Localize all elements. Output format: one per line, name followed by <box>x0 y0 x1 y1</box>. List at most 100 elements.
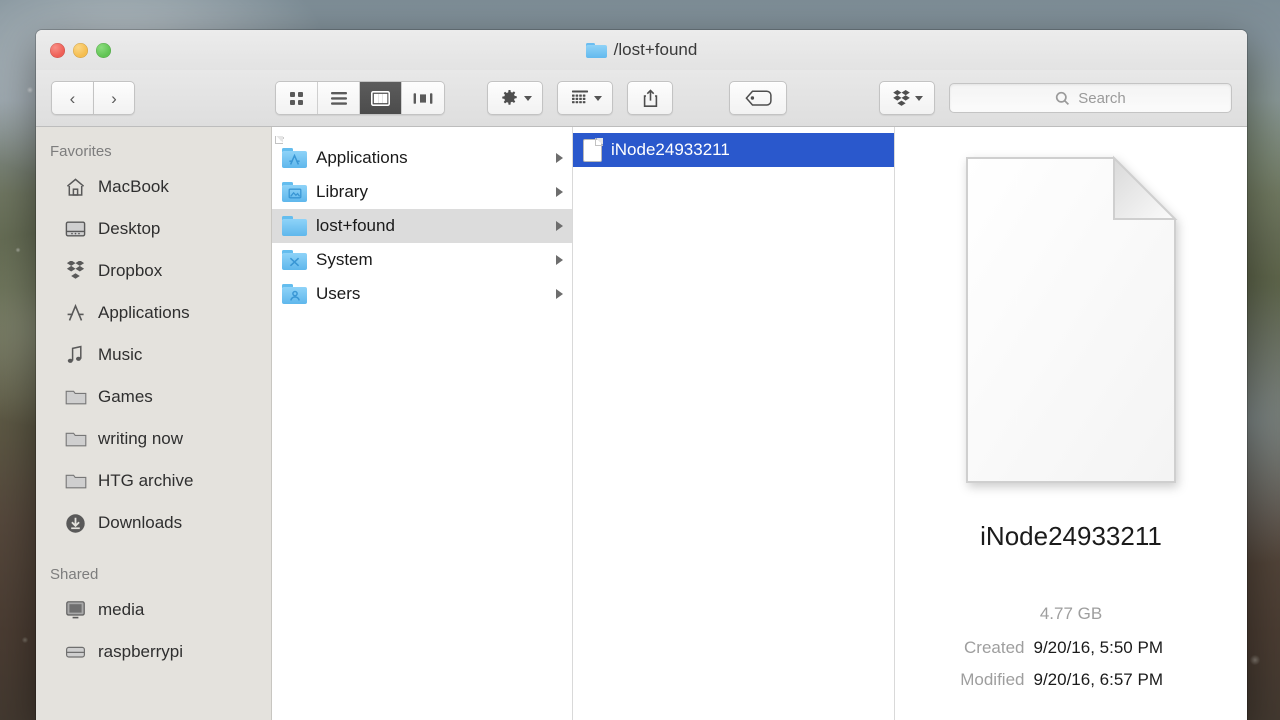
action-menu-button[interactable] <box>487 81 543 115</box>
disclosure-arrow-icon <box>556 187 563 197</box>
window-body: Favorites MacBook Desktop Dropbox Applic… <box>36 127 1247 720</box>
chevron-down-icon <box>524 95 532 101</box>
display-icon <box>64 599 87 622</box>
window-titlebar[interactable]: /lost+found <box>36 30 1247 70</box>
preview-file-size: 4.77 GB <box>1039 604 1103 623</box>
column-item-label: Users <box>316 284 361 303</box>
arrange-menu-button[interactable] <box>557 81 613 115</box>
sidebar-item-games[interactable]: Games <box>36 376 271 418</box>
tag-button[interactable] <box>729 81 787 115</box>
column-item-users[interactable]: Users <box>272 277 572 311</box>
forward-button[interactable]: › <box>93 81 135 115</box>
window-controls <box>50 42 111 58</box>
sidebar-item-label: Games <box>98 387 153 406</box>
folder-icon <box>282 216 307 236</box>
sidebar-item-htg-archive[interactable]: HTG archive <box>36 460 271 502</box>
tag-icon <box>744 90 772 106</box>
column-item-system[interactable]: System <box>272 243 572 277</box>
sidebar-item-media[interactable]: media <box>36 589 271 631</box>
search-placeholder: Search <box>1078 89 1126 107</box>
sidebar-item-label: Dropbox <box>98 261 163 280</box>
home-icon <box>64 176 87 199</box>
chevron-left-icon: ‹ <box>69 88 76 108</box>
maximize-button[interactable] <box>96 42 111 58</box>
sidebar-section-shared-header: Shared <box>50 566 99 583</box>
chevron-down-icon <box>915 95 923 101</box>
folder-icon <box>585 42 607 58</box>
folder-icon <box>64 386 87 409</box>
sidebar-item-label: HTG archive <box>98 471 194 490</box>
coverflow-view-icon <box>413 92 433 104</box>
sidebar: Favorites MacBook Desktop Dropbox Applic… <box>36 127 272 720</box>
folder-users-icon <box>282 284 307 304</box>
sidebar-item-downloads[interactable]: Downloads <box>36 502 271 544</box>
desktop-icon <box>64 218 87 241</box>
folder-system-icon <box>282 250 307 270</box>
disclosure-arrow-icon <box>556 255 563 265</box>
sidebar-item-label: MacBook <box>98 177 169 196</box>
document-icon <box>583 137 603 162</box>
list-view-button[interactable] <box>318 82 360 114</box>
preview-detail-modified: Modified 9/20/16, 6:57 PM <box>929 664 1213 696</box>
dropbox-menu-button[interactable] <box>879 81 935 115</box>
column-view-button[interactable] <box>360 82 402 114</box>
dropbox-icon <box>893 89 910 106</box>
icon-view-button[interactable] <box>276 82 318 114</box>
sidebar-item-label: Downloads <box>98 513 183 532</box>
close-button[interactable] <box>50 42 65 58</box>
column-item-applications[interactable]: Applications <box>272 141 572 175</box>
server-icon <box>64 641 87 664</box>
sidebar-item-music[interactable]: Music <box>36 334 271 376</box>
column-item-library[interactable]: Library <box>272 175 572 209</box>
folder-applications-icon <box>282 148 307 168</box>
root-document-entry[interactable] <box>272 133 572 144</box>
sidebar-item-writing-now[interactable]: writing now <box>36 418 271 460</box>
file-row-inode[interactable]: iNode24933211 <box>573 133 894 167</box>
dropbox-icon <box>64 260 87 283</box>
disclosure-arrow-icon <box>556 289 563 299</box>
preview-detail-key: Created <box>964 638 1025 657</box>
sidebar-item-raspberrypi[interactable]: raspberrypi <box>36 631 271 673</box>
disclosure-arrow-icon <box>556 153 563 163</box>
chevron-right-icon: › <box>111 88 117 108</box>
back-button[interactable]: ‹ <box>51 81 93 115</box>
nav-buttons: ‹ › <box>51 81 135 115</box>
music-note-icon <box>64 344 87 367</box>
preview-file-name: iNode24933211 <box>980 521 1162 551</box>
sidebar-item-applications[interactable]: Applications <box>36 292 271 334</box>
sidebar-item-macbook[interactable]: MacBook <box>36 166 271 208</box>
column-item-label: lost+found <box>316 216 395 235</box>
sidebar-item-desktop[interactable]: Desktop <box>36 208 271 250</box>
search-input[interactable]: Search <box>949 83 1232 113</box>
search-icon <box>1056 91 1070 105</box>
applications-icon <box>64 302 87 325</box>
disclosure-arrow-icon <box>556 221 563 231</box>
column-item-lost-found[interactable]: lost+found <box>272 209 572 243</box>
preview-details: Created 9/20/16, 5:50 PM Modified 9/20/1… <box>895 632 1247 696</box>
column-lost-found-contents: iNode24933211 <box>573 127 895 720</box>
preview-detail-created: Created 9/20/16, 5:50 PM <box>929 632 1213 664</box>
file-row-label: iNode24933211 <box>611 140 730 159</box>
folder-icon <box>64 470 87 493</box>
folder-icon <box>64 428 87 451</box>
document-icon-large <box>964 155 1178 485</box>
share-button[interactable] <box>627 81 673 115</box>
column-item-label: Library <box>316 182 368 201</box>
view-mode-switcher <box>275 81 445 115</box>
column-root: Applications Library lost+found System U… <box>272 127 573 720</box>
sidebar-item-label: Desktop <box>98 219 161 238</box>
chevron-down-icon <box>593 95 602 101</box>
share-icon <box>643 88 657 107</box>
column-item-label: System <box>316 250 373 269</box>
minimize-button[interactable] <box>73 42 88 58</box>
preview-pane: iNode24933211 4.77 GB Created 9/20/16, 5… <box>895 127 1247 720</box>
preview-detail-value: 9/20/16, 6:57 PM <box>1033 670 1163 689</box>
arrange-icon <box>571 90 588 104</box>
coverflow-view-button[interactable] <box>402 82 444 114</box>
preview-detail-key: Modified <box>960 670 1025 689</box>
sidebar-item-label: raspberrypi <box>98 642 184 661</box>
icon-view-icon <box>290 91 303 105</box>
preview-detail-value: 9/20/16, 5:50 PM <box>1033 638 1163 657</box>
sidebar-item-label: writing now <box>98 429 184 448</box>
sidebar-item-dropbox[interactable]: Dropbox <box>36 250 271 292</box>
